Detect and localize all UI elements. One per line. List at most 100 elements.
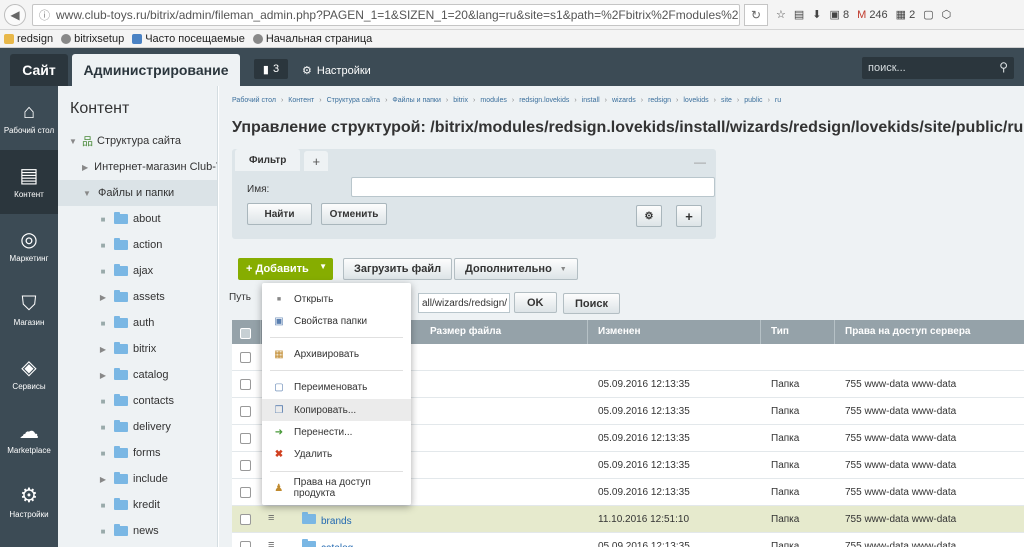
chevron-right-icon[interactable]: ▶ (98, 293, 108, 302)
breadcrumb-link[interactable]: bitrix (453, 97, 468, 104)
chevron-right-icon[interactable]: ▶ (98, 345, 108, 354)
menu-item-shop[interactable]: ▶ Интернет-магазин Club-Toys (58, 154, 217, 180)
menu-delete[interactable]: ✖ Удалить (262, 443, 411, 465)
breadcrumb-link[interactable]: Контент (288, 97, 314, 104)
menu-folder-news[interactable]: ■ news (58, 518, 217, 544)
menu-folder-contacts[interactable]: ■ contacts (58, 388, 217, 414)
address-bar[interactable]: ⓘ www.club-toys.ru/bitrix/admin/fileman_… (32, 3, 740, 26)
menu-folder-auth[interactable]: ■ auth (58, 310, 217, 336)
bookmark-most-visited[interactable]: Часто посещаемые (132, 33, 245, 45)
chevron-down-icon[interactable]: ▼ (82, 189, 92, 198)
bookmark-start-page[interactable]: Начальная страница (252, 33, 372, 45)
menu-move[interactable]: ➜ Перенести... (262, 421, 411, 443)
tab-site[interactable]: Сайт (10, 54, 68, 86)
find-button[interactable]: Найти (247, 203, 312, 225)
breadcrumb-link[interactable]: Структура сайта (327, 97, 380, 104)
bookmark-bitrixsetup[interactable]: bitrixsetup (61, 33, 124, 45)
menu-folder-include[interactable]: ▶ include (58, 466, 217, 492)
chevron-right-icon[interactable]: ▶ (98, 475, 108, 484)
cancel-button[interactable]: Отменить (321, 203, 387, 225)
nav-shop[interactable]: ⛉ Магазин (0, 278, 58, 342)
row-name[interactable]: catalog (302, 539, 353, 547)
filter-settings-button[interactable]: ⚙ (636, 205, 662, 227)
chevron-down-icon[interactable]: ▼ (68, 137, 78, 146)
more-button[interactable]: Дополнительно ▼ (454, 258, 578, 280)
add-button[interactable]: + Добавить ▼ (238, 258, 333, 280)
breadcrumb-link[interactable]: redsign.lovekids (519, 97, 569, 104)
shield-icon[interactable]: ⬡ (942, 8, 952, 21)
menu-item-files[interactable]: ▼ Файлы и папки (58, 180, 217, 206)
column-size[interactable]: Размер файла (430, 326, 501, 337)
row-checkbox[interactable] (240, 487, 251, 498)
chevron-right-icon[interactable]: ▶ (98, 371, 108, 380)
tab-filter[interactable]: Фильтр (235, 149, 301, 171)
menu-folder-assets[interactable]: ▶ assets (58, 284, 217, 310)
breadcrumb-link[interactable]: install (582, 97, 600, 104)
tab-admin[interactable]: Администрирование (72, 54, 240, 86)
row-checkbox[interactable] (240, 541, 251, 547)
row-checkbox[interactable] (240, 514, 251, 525)
path-input[interactable]: all/wizards/redsign/ (418, 293, 510, 313)
row-checkbox[interactable] (240, 433, 251, 444)
breadcrumb-link[interactable]: redsign (648, 97, 671, 104)
breadcrumb-link[interactable]: modules (480, 97, 506, 104)
path-search-button[interactable]: Поиск (563, 293, 621, 314)
row-checkbox[interactable] (240, 460, 251, 471)
nav-marketing[interactable]: ◎ Маркетинг (0, 214, 58, 278)
table-row[interactable]: ≡ catalog 05.09.2016 12:13:35 Папка 755 www-… (232, 533, 1024, 547)
extension-counter-2[interactable]: ▦ 2 (896, 8, 916, 21)
row-menu-icon[interactable]: ≡ (268, 512, 274, 524)
chevron-right-icon[interactable]: ▶ (82, 163, 88, 172)
settings-button[interactable]: ⚙ Настройки (302, 64, 371, 78)
back-icon[interactable]: ◀ (4, 3, 26, 26)
menu-folder-forms[interactable]: ■ forms (58, 440, 217, 466)
name-input[interactable] (351, 177, 715, 197)
menu-product-permissions[interactable]: ♟ Права на доступ продукта (262, 477, 411, 499)
breadcrumb-link[interactable]: lovekids (683, 97, 708, 104)
menu-archive[interactable]: ▦ Архивировать (262, 343, 411, 365)
star-icon[interactable]: ☆ (776, 8, 786, 21)
add-filter-button[interactable]: + (304, 151, 329, 171)
extension-icon[interactable]: ▢ (923, 8, 933, 21)
nav-settings[interactable]: ⚙ Настройки (0, 470, 58, 534)
path-ok-button[interactable]: OK (514, 292, 557, 313)
search-icon[interactable]: ⚲ (999, 60, 1008, 74)
row-checkbox[interactable] (240, 379, 251, 390)
minimize-icon[interactable]: — (694, 155, 706, 169)
reading-list-icon[interactable]: ▤ (794, 8, 804, 21)
reload-icon[interactable]: ↻ (744, 3, 768, 26)
menu-folder-about[interactable]: ■ about (58, 206, 217, 232)
bookmark-redsign[interactable]: redsign (4, 33, 53, 45)
extension-counter-1[interactable]: ▣ 8 (830, 8, 850, 21)
menu-open[interactable]: ■ Открыть (262, 288, 411, 310)
menu-folder-action[interactable]: ■ action (58, 232, 217, 258)
menu-rename[interactable]: ▢ Переименовать (262, 376, 411, 398)
menu-copy[interactable]: ❐ Копировать... (262, 399, 411, 421)
info-icon[interactable]: ⓘ (39, 7, 50, 23)
column-modified[interactable]: Изменен (598, 326, 641, 337)
menu-folder-properties[interactable]: ▣ Свойства папки (262, 310, 411, 332)
upload-file-button[interactable]: Загрузить файл (343, 258, 453, 280)
table-row[interactable]: ≡ brands 11.10.2016 12:51:10 Папка 755 www-d… (232, 506, 1024, 533)
menu-folder-bitrix[interactable]: ▶ bitrix (58, 336, 217, 362)
breadcrumb-link[interactable]: public (744, 97, 762, 104)
breadcrumb-link[interactable]: wizards (612, 97, 636, 104)
column-type[interactable]: Тип (771, 326, 789, 337)
row-name[interactable]: brands (302, 512, 352, 527)
nav-services[interactable]: ◈ Сервисы (0, 342, 58, 406)
breadcrumb-link[interactable]: site (721, 97, 732, 104)
row-checkbox[interactable] (240, 352, 251, 363)
breadcrumb-link[interactable]: Рабочий стол (232, 97, 276, 104)
menu-folder-ajax[interactable]: ■ ajax (58, 258, 217, 284)
breadcrumb-link[interactable]: Файлы и папки (392, 97, 441, 104)
notifications-button[interactable]: ▮ 3 (254, 59, 288, 79)
add-field-button[interactable]: + (676, 205, 702, 227)
row-checkbox[interactable] (240, 406, 251, 417)
row-menu-icon[interactable]: ≡ (268, 539, 274, 547)
menu-folder-kredit[interactable]: ■ kredit (58, 492, 217, 518)
column-rights[interactable]: Права на доступ сервера (845, 326, 970, 337)
gmail-counter[interactable]: M 246 (857, 9, 888, 21)
nav-desktop[interactable]: ⌂ Рабочий стол (0, 86, 58, 150)
menu-item-structure[interactable]: ▼ 品 Структура сайта (58, 128, 217, 154)
menu-folder-delivery[interactable]: ■ delivery (58, 414, 217, 440)
